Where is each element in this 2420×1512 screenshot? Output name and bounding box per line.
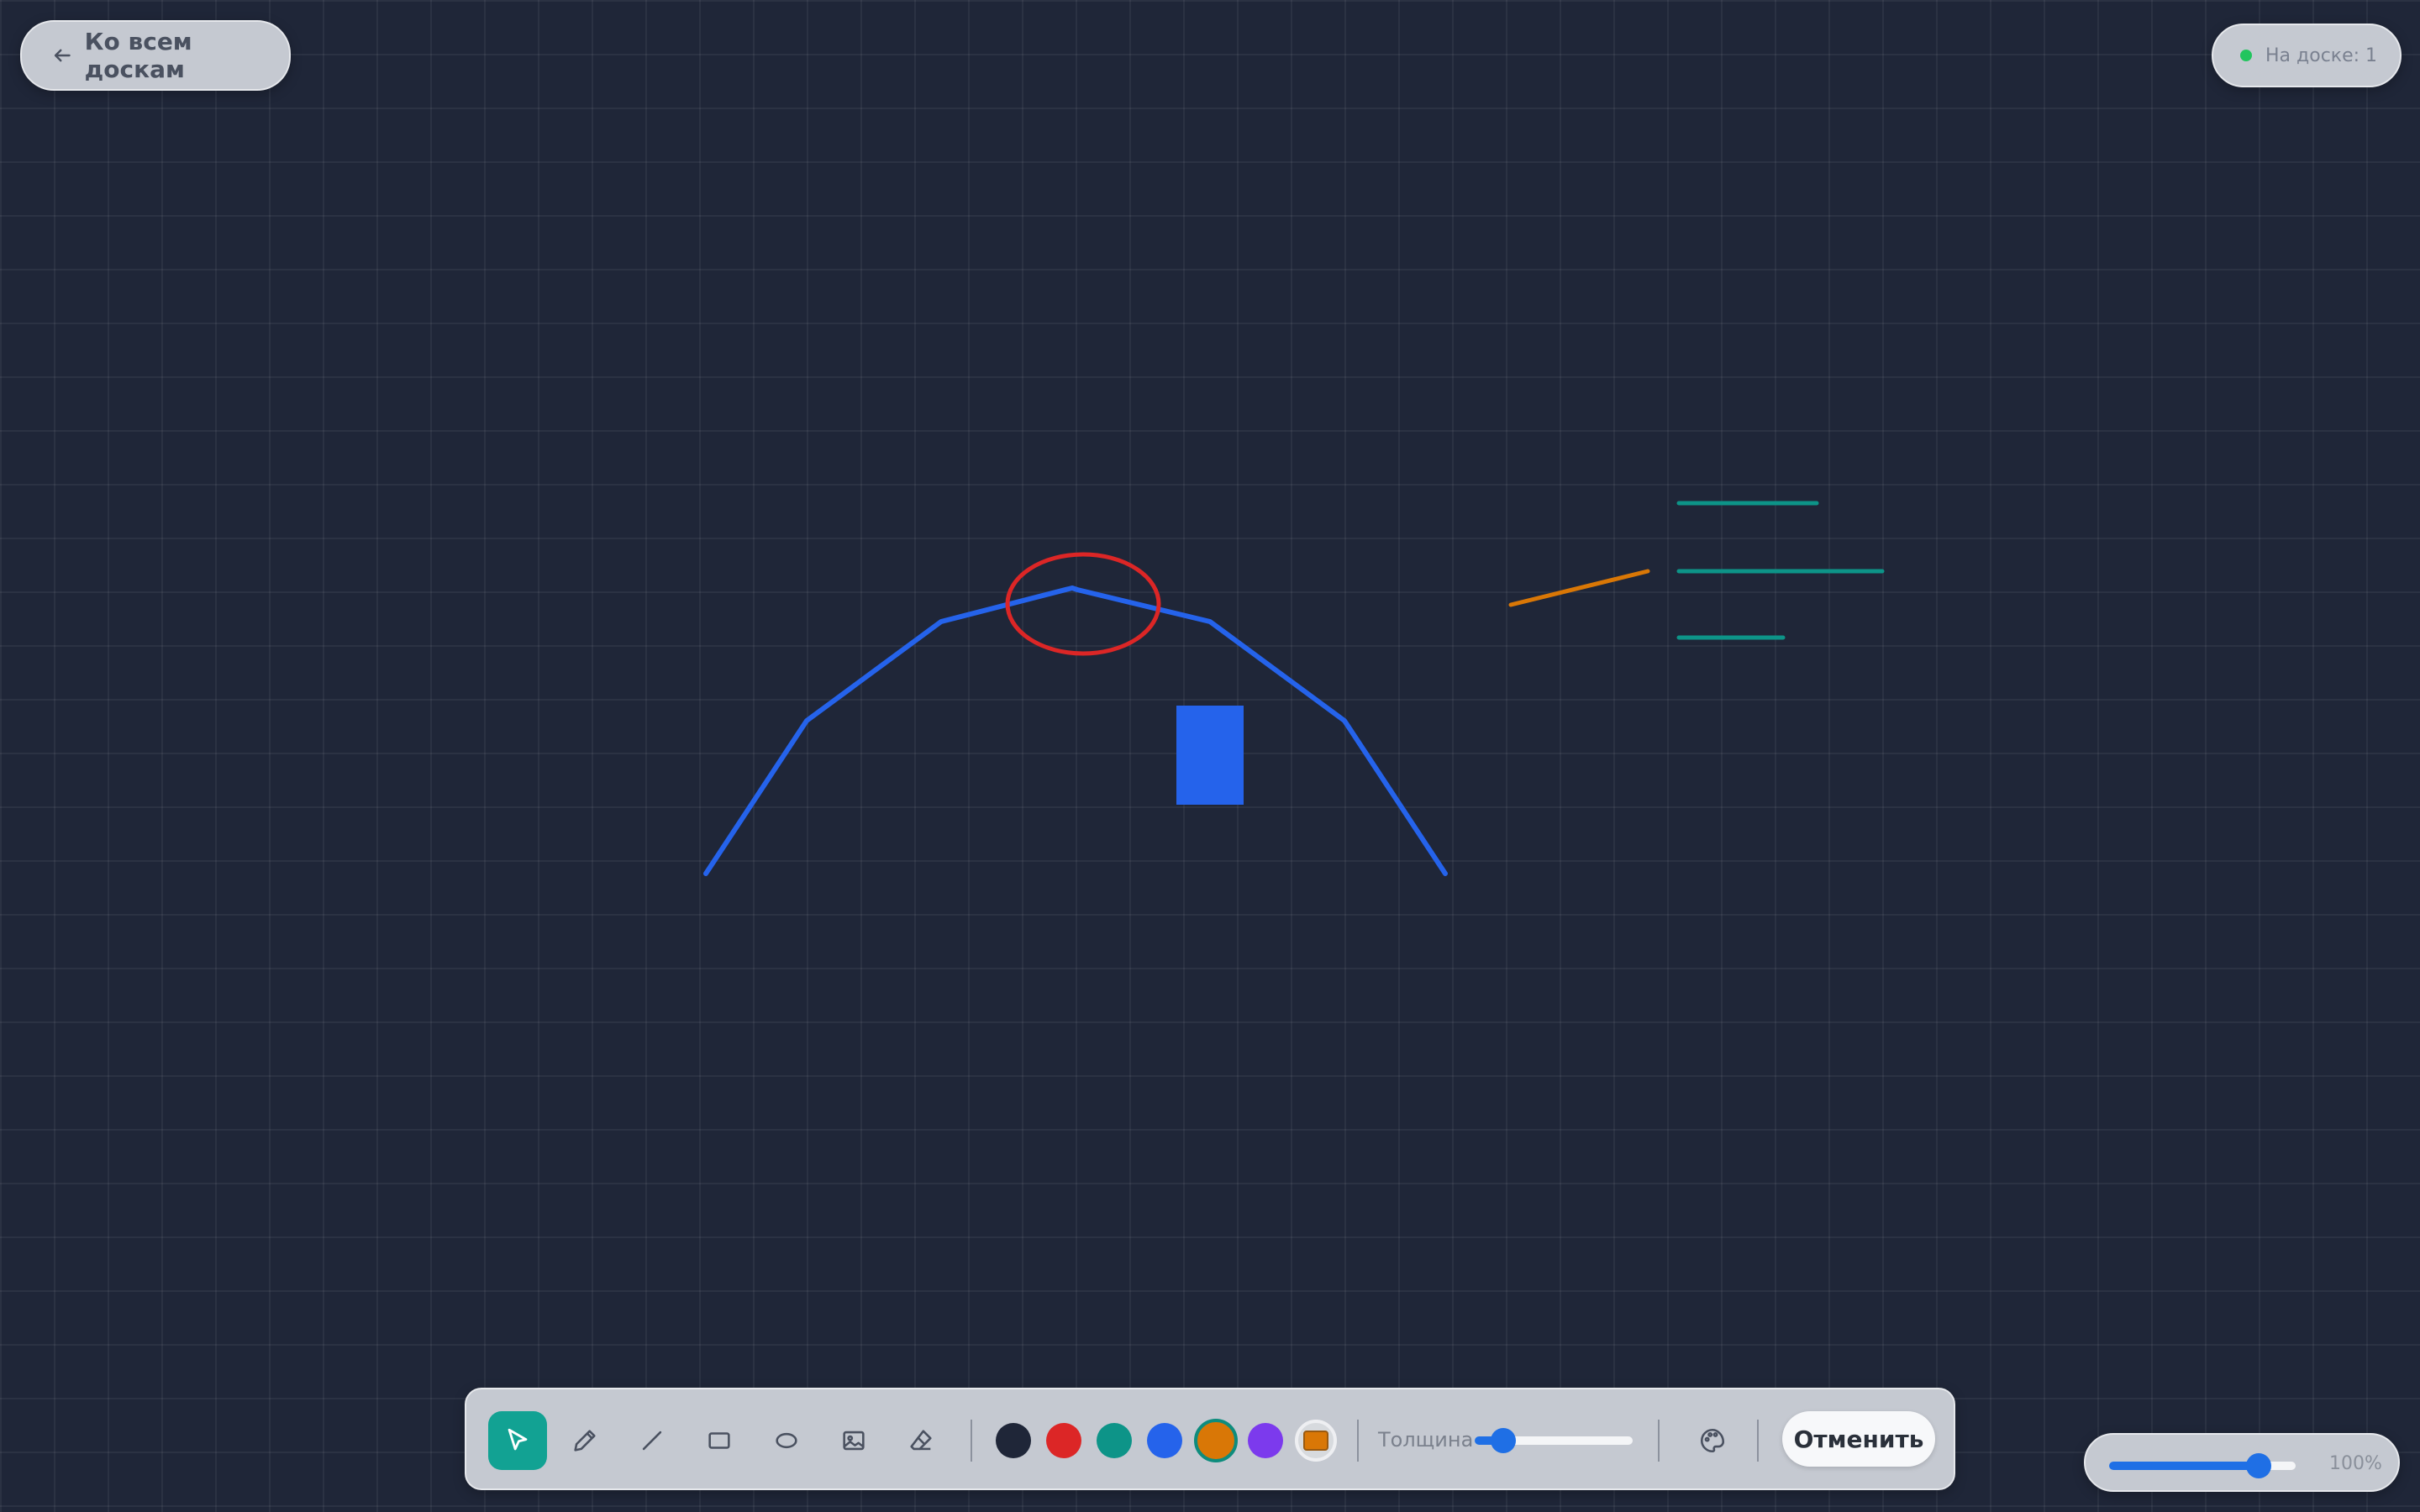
thickness-label: Толщина xyxy=(1378,1428,1474,1452)
eraser-tool-button[interactable] xyxy=(892,1411,950,1470)
color-swatch-blue[interactable] xyxy=(1147,1423,1182,1458)
thickness-slider[interactable] xyxy=(1475,1428,1633,1453)
toolbar-divider xyxy=(1357,1420,1359,1462)
select-tool-button[interactable] xyxy=(488,1411,547,1470)
toolbar-divider xyxy=(971,1420,972,1462)
undo-button[interactable]: Отменить xyxy=(1782,1411,1935,1467)
palette-icon xyxy=(1700,1428,1725,1453)
toolbar-divider xyxy=(1658,1420,1660,1462)
zoom-level-label: 100% xyxy=(2329,1453,2382,1474)
toolbar-divider xyxy=(1757,1420,1759,1462)
custom-color-preview xyxy=(1303,1431,1328,1451)
color-swatch-dark[interactable] xyxy=(996,1423,1031,1458)
line-tool-button[interactable] xyxy=(623,1411,681,1470)
drawing-canvas[interactable] xyxy=(0,0,2420,1512)
eraser-icon xyxy=(910,1430,932,1451)
color-swatch-red[interactable] xyxy=(1046,1423,1081,1458)
ellipse-tool-button[interactable] xyxy=(757,1411,816,1470)
zoom-slider-thumb[interactable] xyxy=(2245,1453,2271,1478)
custom-color-swatch[interactable] xyxy=(1295,1420,1337,1462)
blue-rectangle-shape[interactable] xyxy=(1176,706,1244,805)
pencil-icon xyxy=(574,1430,596,1452)
ellipse-icon xyxy=(776,1432,797,1449)
palette-button[interactable] xyxy=(1683,1411,1742,1470)
drawing-toolbar: Толщина Отменить xyxy=(465,1388,1955,1490)
rectangle-icon xyxy=(708,1432,730,1449)
zoom-slider[interactable] xyxy=(2109,1453,2296,1478)
pencil-tool-button[interactable] xyxy=(555,1411,614,1470)
color-swatch-orange[interactable] xyxy=(1194,1419,1238,1462)
image-icon xyxy=(843,1431,865,1451)
thickness-slider-thumb[interactable] xyxy=(1490,1428,1516,1453)
color-swatch-purple[interactable] xyxy=(1248,1423,1283,1458)
blue-curve-stroke[interactable] xyxy=(703,585,1448,876)
image-tool-button[interactable] xyxy=(824,1411,883,1470)
orange-line-stroke[interactable] xyxy=(1508,569,1650,607)
cursor-icon xyxy=(508,1428,528,1451)
color-swatch-teal[interactable] xyxy=(1097,1423,1132,1458)
line-icon xyxy=(642,1431,662,1451)
zoom-slider-fill xyxy=(2109,1462,2259,1470)
rectangle-tool-button[interactable] xyxy=(690,1411,749,1470)
zoom-control: 100% xyxy=(2084,1433,2400,1492)
